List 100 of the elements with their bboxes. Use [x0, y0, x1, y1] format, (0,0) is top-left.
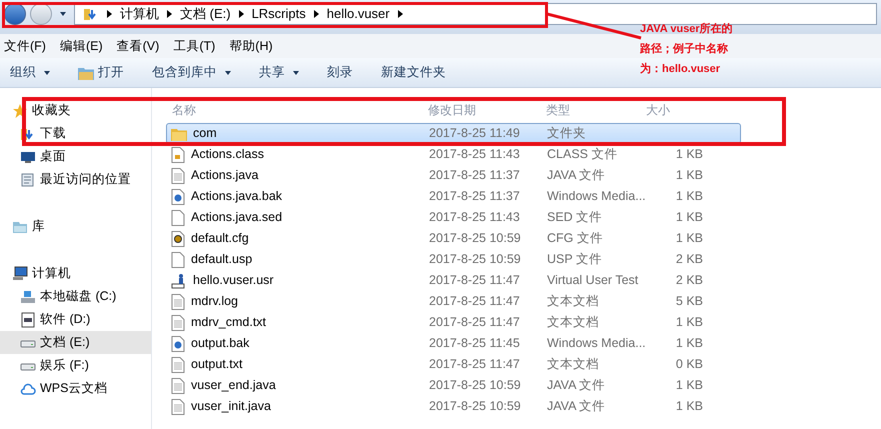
breadcrumb[interactable]: LRscripts	[252, 4, 306, 24]
file-row[interactable]: output.bak 2017-8-25 11:45 Windows Media... 1 KB	[166, 333, 741, 354]
recent-places-icon	[20, 172, 36, 188]
toolbar-button[interactable]: 新建文件夹	[381, 63, 446, 82]
chevron-icon	[167, 10, 172, 18]
file-row[interactable]: Actions.class 2017-8-25 11:43 CLASS 文件 1 KB	[166, 144, 741, 165]
menu-item[interactable]: 文件(F)	[4, 36, 46, 56]
file-row[interactable]: vuser_init.java 2017-8-25 10:59 JAVA 文件 1 KB	[166, 396, 741, 417]
file-name: Actions.class	[191, 146, 264, 164]
file-row[interactable]: vuser_end.java 2017-8-25 10:59 JAVA 文件 1 KB	[166, 375, 741, 396]
sidebar-item[interactable]: 文档 (E:)	[0, 331, 151, 354]
modified-date: 2017-8-25 10:59	[429, 398, 522, 416]
file-type: CFG 文件	[547, 230, 604, 248]
toolbar-button[interactable]: 刻录	[327, 63, 353, 82]
file-type: SED 文件	[547, 209, 604, 226]
media-file-icon	[171, 336, 185, 352]
class-file-icon	[171, 146, 185, 162]
file-row[interactable]: Actions.java.sed 2017-8-25 11:43 SED 文件 1 KB	[166, 207, 741, 228]
forward-button[interactable]	[30, 3, 52, 25]
chevron-icon	[107, 10, 112, 18]
sidebar-item[interactable]: 计算机	[0, 262, 151, 285]
file-size: 1 KB	[676, 168, 703, 182]
caret-icon	[293, 70, 299, 74]
cloud-icon	[20, 380, 36, 396]
sidebar-item[interactable]: 软件 (D:)	[0, 308, 151, 331]
file-row[interactable]: mdrv_cmd.txt 2017-8-25 11:47 文本文档 1 KB	[166, 312, 741, 333]
user-file-icon	[171, 272, 187, 288]
file-size: 2 KB	[676, 273, 703, 288]
file-name: vuser_end.java	[191, 377, 276, 394]
toolbar-button[interactable]: 打开	[78, 63, 124, 82]
media-file-icon	[171, 188, 185, 204]
file-row[interactable]: default.usp 2017-8-25 10:59 USP 文件 2 KB	[166, 249, 741, 270]
file-name: output.txt	[191, 356, 242, 374]
history-caret-icon	[60, 12, 66, 16]
menu-item[interactable]: 工具(T)	[173, 36, 216, 56]
breadcrumb[interactable]: 计算机	[120, 4, 159, 24]
file-name: Actions.java	[191, 167, 258, 184]
file-size: 1 KB	[676, 399, 703, 414]
file-type: Windows Media...	[547, 335, 647, 352]
toolbar-button[interactable]: 共享	[259, 63, 299, 82]
file-row[interactable]: output.txt 2017-8-25 11:47 文本文档 0 KB	[166, 354, 741, 375]
text-file-icon	[171, 314, 185, 330]
file-size: 1 KB	[676, 147, 703, 162]
menu-item[interactable]: 编辑(E)	[60, 36, 103, 56]
toolbar-button[interactable]: 包含到库中	[152, 63, 231, 82]
sidebar-item[interactable]: 收藏夹	[0, 99, 151, 122]
file-type: CLASS 文件	[547, 146, 618, 164]
blank-file-icon	[171, 210, 185, 226]
file-size: 1 KB	[676, 336, 703, 350]
modified-date: 2017-8-25 10:59	[429, 251, 522, 268]
toolbar-button[interactable]: 组织	[10, 63, 50, 82]
file-size: 1 KB	[676, 315, 703, 330]
sidebar-item[interactable]: WPS云文档	[0, 377, 151, 400]
sidebar-item[interactable]: 桌面	[0, 145, 151, 168]
file-size: 1 KB	[676, 189, 703, 204]
breadcrumb[interactable]: hello.vuser	[326, 4, 390, 24]
sidebar-item[interactable]: 下载	[0, 122, 151, 145]
file-row[interactable]: Actions.java.bak 2017-8-25 11:37 Windows Media... 1 KB	[166, 186, 741, 207]
file-type: 文本文档	[547, 293, 600, 310]
config-file-icon	[171, 230, 185, 246]
file-type: JAVA 文件	[547, 377, 606, 394]
chevron-icon	[314, 10, 319, 18]
file-name: mdrv.log	[191, 293, 238, 310]
file-row[interactable]: mdrv.log 2017-8-25 11:47 文本文档 5 KB	[166, 291, 741, 312]
modified-date: 2017-8-25 11:49	[429, 125, 521, 142]
modified-date: 2017-8-25 11:37	[429, 188, 521, 206]
file-row[interactable]: com 2017-8-25 11:49 文件夹	[166, 123, 741, 144]
file-type: 文本文档	[547, 356, 600, 374]
menu-item[interactable]: 查看(V)	[116, 36, 160, 56]
modified-date: 2017-8-25 11:47	[429, 293, 521, 310]
blank-file-icon	[171, 252, 185, 268]
file-type: JAVA 文件	[547, 167, 606, 184]
file-name: mdrv_cmd.txt	[191, 314, 266, 332]
file-name: com	[193, 125, 217, 142]
file-row[interactable]: default.cfg 2017-8-25 10:59 CFG 文件 1 KB	[166, 228, 741, 249]
breadcrumb[interactable]: 文档 (E:)	[180, 4, 231, 24]
sidebar-item[interactable]: 库	[0, 215, 151, 238]
text-file-icon	[171, 398, 185, 414]
menu-item[interactable]: 帮助(H)	[229, 36, 273, 56]
star-icon	[12, 102, 28, 118]
file-size: 1 KB	[676, 231, 703, 246]
file-row[interactable]: hello.vuser.usr 2017-8-25 11:47 Virtual User Test 2 KB	[166, 270, 741, 291]
modified-date: 2017-8-25 11:47	[429, 272, 521, 290]
file-size: 2 KB	[676, 252, 703, 266]
folder-icon	[78, 66, 94, 80]
file-name: hello.vuser.usr	[193, 272, 274, 290]
sidebar-item[interactable]: 最近访问的位置	[0, 168, 151, 191]
modified-date: 2017-8-25 11:37	[429, 167, 521, 184]
modified-date: 2017-8-25 11:47	[429, 314, 521, 332]
modified-date: 2017-8-25 11:43	[429, 209, 521, 226]
modified-date: 2017-8-25 11:43	[429, 146, 521, 164]
file-size: 1 KB	[676, 210, 703, 224]
text-file-icon	[171, 378, 185, 394]
caret-icon	[44, 70, 50, 74]
file-type: 文件夹	[547, 125, 587, 142]
file-name: default.usp	[191, 251, 252, 268]
file-row[interactable]: Actions.java 2017-8-25 11:37 JAVA 文件 1 KB	[166, 165, 741, 186]
sidebar-item[interactable]: 本地磁盘 (C:)	[0, 285, 151, 308]
sidebar-item[interactable]: 娱乐 (F:)	[0, 354, 151, 377]
computer-icon	[12, 266, 28, 282]
